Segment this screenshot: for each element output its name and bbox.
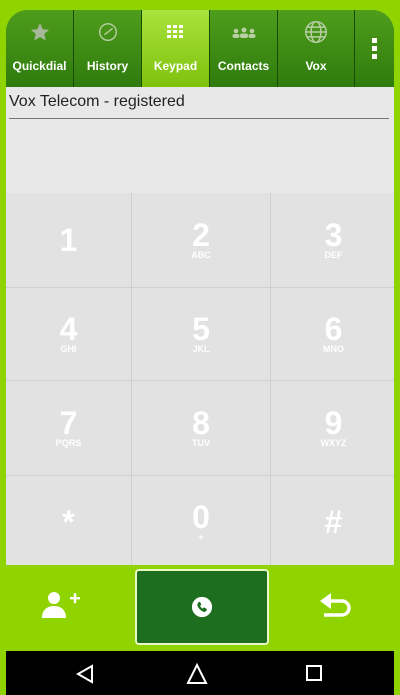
tab-bar: Quickdial History Keypad Contacts Vox	[6, 10, 394, 87]
key-digit: 2	[192, 217, 210, 253]
tab-vox[interactable]: Vox	[278, 10, 355, 87]
key-digit: 0	[192, 499, 210, 535]
key-digit: 8	[192, 405, 210, 441]
key-letters: ABC	[191, 250, 211, 260]
tab-label: Contacts	[217, 59, 270, 73]
globe-icon	[305, 21, 327, 43]
key-digit: *	[62, 504, 75, 540]
tab-label: Quickdial	[12, 59, 67, 73]
backspace-button[interactable]	[318, 593, 352, 628]
key-letters: JKL	[192, 344, 210, 354]
key-digit: 4	[59, 311, 78, 347]
key-1[interactable]: 1	[6, 193, 131, 287]
key-digit: 6	[324, 311, 343, 347]
key-digit: 9	[324, 405, 343, 441]
key-letters: MNO	[323, 344, 344, 354]
registration-status: Vox Telecom - registered	[9, 93, 185, 110]
action-bar	[6, 565, 394, 651]
overflow-menu-button[interactable]	[355, 10, 394, 87]
key-digit: 7	[59, 405, 78, 441]
add-contact-button[interactable]	[40, 590, 86, 625]
key-7[interactable]: 7 PQRS	[6, 381, 131, 475]
key-4[interactable]: 4 GHI	[6, 288, 131, 380]
nav-back-button[interactable]	[75, 664, 94, 689]
key-letters: TUV	[192, 438, 210, 448]
key-3[interactable]: 3 DEF	[271, 193, 394, 287]
status-area: Vox Telecom - registered	[6, 88, 394, 196]
divider	[9, 118, 389, 119]
tab-quickdial[interactable]: Quickdial	[6, 10, 74, 87]
key-letters: WXYZ	[320, 438, 347, 448]
key-5[interactable]: 5 JKL	[132, 288, 270, 380]
add-contact-icon	[42, 592, 80, 618]
contacts-icon	[232, 27, 255, 38]
key-digit: 3	[324, 217, 343, 253]
more-vert-icon	[372, 38, 377, 59]
key-letters: +	[198, 532, 204, 542]
key-9[interactable]: 9 WXYZ	[271, 381, 394, 475]
system-nav-bar	[6, 651, 394, 695]
tab-label: Keypad	[153, 59, 198, 73]
nav-home-button[interactable]	[186, 662, 208, 690]
key-hash[interactable]: #	[271, 476, 394, 568]
back-triangle-icon	[75, 664, 93, 684]
keypad-icon	[166, 25, 183, 38]
key-digit: #	[324, 504, 343, 540]
tab-label: Vox	[305, 59, 327, 73]
key-8[interactable]: 8 TUV	[132, 381, 270, 475]
recents-square-icon	[306, 665, 322, 681]
tab-keypad[interactable]: Keypad	[142, 10, 210, 87]
key-letters: GHI	[60, 344, 77, 354]
tab-contacts[interactable]: Contacts	[210, 10, 278, 87]
app-screen: Quickdial History Keypad Contacts Vox Vo…	[6, 10, 394, 695]
home-icon	[186, 662, 208, 684]
tab-label: History	[86, 59, 129, 73]
key-letters: DEF	[324, 250, 343, 260]
key-digit: 5	[192, 311, 210, 347]
key-letters: PQRS	[55, 438, 82, 448]
undo-icon	[320, 593, 351, 617]
call-button[interactable]	[135, 569, 269, 645]
phone-frame: Quickdial History Keypad Contacts Vox Vo…	[0, 0, 400, 695]
key-star[interactable]: *	[6, 476, 131, 568]
nav-recents-button[interactable]	[306, 665, 322, 686]
phone-icon	[191, 596, 213, 618]
key-digit: 1	[59, 222, 78, 258]
star-icon	[30, 22, 49, 41]
key-6[interactable]: 6 MNO	[271, 288, 394, 380]
dial-keypad: 1 2 ABC 3 DEF 4 GHI 5 JKL 6 MNO 7 PQRS 8 TUV 9W…	[6, 193, 394, 568]
history-icon	[98, 23, 117, 41]
tab-history[interactable]: History	[74, 10, 142, 87]
key-2[interactable]: 2 ABC	[132, 193, 270, 287]
key-0[interactable]: 0 +	[132, 476, 270, 568]
